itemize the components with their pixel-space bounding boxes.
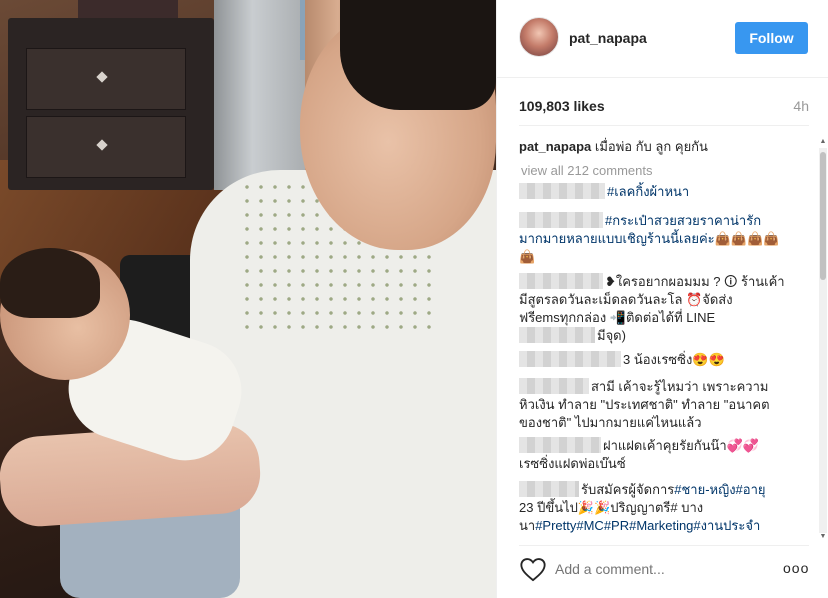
likes-row: 109,803 likes 4h [519, 98, 809, 118]
post-photo[interactable] [0, 0, 496, 598]
comment-text: รับสมัครผู้จัดการ [581, 482, 675, 497]
list-item: ฝาแฝดเค้าคุยรัยกันน๊า💞💞 เรซซิ่งแฝดพ่อเบ๊… [519, 437, 809, 473]
list-item: รับสมัครผู้จัดการ#ชาย-หญิง#อายุ 23 ปีขึ้… [519, 481, 809, 535]
comment-text: หิวเงิน ทำลาย "ประเทศชาติ" ทำลาย "อนาคต [519, 397, 770, 412]
heart-icon[interactable] [519, 556, 547, 582]
comment-text: มีจุด) [597, 328, 626, 343]
comment-text: สามี เค้าจะรู้ไหมว่า เพราะความ [591, 379, 769, 394]
blurred-username [519, 327, 595, 343]
comment-text: นา [519, 518, 536, 533]
more-options-icon[interactable]: ooo [783, 560, 809, 576]
comment-text[interactable]: #เลคกิ้งผ้าหนา [607, 184, 689, 199]
post-header: pat_napapa Follow [497, 0, 828, 78]
post-sidebar: pat_napapa Follow 109,803 likes 4h pat_n… [496, 0, 828, 598]
comment-hashtag[interactable]: #ชาย-หญิง#อายุ [674, 482, 765, 497]
comment-text: ❥ใครอยากผอมมม ? 🛈 ร้านเค้า [605, 274, 785, 289]
scroll-down-icon[interactable]: ▼ [819, 533, 827, 540]
photo-cabinet [8, 18, 214, 190]
post-footer: ooo [519, 545, 809, 598]
comment-text: มากมายหลายแบบเชิญร้านนี้เลยค่ะ👜👜👜👜 [519, 231, 780, 246]
comment-text: ฝาแฝดเค้าคุยรัยกันน๊า💞💞 [603, 438, 760, 453]
photo-man-hair [340, 0, 496, 110]
caption: pat_napapa เมื่อพ่อ กับ ลูก คุยกัน [519, 138, 708, 156]
comment-text: มีสูตรลดวันละเม็ดลดวันละโล ⏰จัดส่ง [519, 292, 733, 307]
comment-text: 23 ปีขึ้นไป🎉🎉ปริญญาตรี# บาง [519, 500, 704, 515]
comment-text[interactable]: #กระเป๋าสวยสวยราคาน่ารัก [605, 213, 761, 228]
comments-list: pat_napapa เมื่อพ่อ กับ ลูก คุยกัน view … [519, 132, 809, 540]
blurred-username [519, 273, 603, 289]
caption-text: เมื่อพ่อ กับ ลูก คุยกัน [594, 139, 708, 154]
blurred-username [519, 212, 603, 228]
comment-text: ฟรีemsทุกกล่อง 📲ติดต่อได้ที่ LINE [519, 310, 716, 325]
post-time[interactable]: 4h [793, 98, 809, 114]
blurred-username [519, 351, 621, 367]
comment-text: เรซซิ่งแฝดพ่อเบ๊นซ์ [519, 456, 626, 471]
caption-username[interactable]: pat_napapa [519, 139, 591, 154]
comment-text: 3 น้องเรซซิ่ง😍😍 [623, 352, 725, 367]
blurred-username [519, 481, 579, 497]
blurred-username [519, 378, 589, 394]
comment-text: 👜 [519, 249, 536, 264]
list-item: #กระเป๋าสวยสวยราคาน่ารัก มากมายหลายแบบเช… [519, 212, 809, 266]
divider [519, 125, 809, 126]
list-item: สามี เค้าจะรู้ไหมว่า เพราะความ หิวเงิน ท… [519, 378, 809, 432]
photo-drawer [26, 116, 186, 178]
avatar[interactable] [519, 17, 559, 57]
add-comment-input[interactable] [555, 558, 765, 580]
photo-baby-hair [0, 248, 100, 318]
follow-button[interactable]: Follow [735, 22, 808, 54]
username-link[interactable]: pat_napapa [569, 30, 647, 46]
comment-text: ของชาติ" ไปมากมายแค่ไหนแล้ว [519, 415, 702, 430]
blurred-username [519, 183, 605, 199]
list-item: ❥ใครอยากผอมมม ? 🛈 ร้านเค้า มีสูตรลดวันละ… [519, 273, 809, 345]
comment-hashtag[interactable]: #Pretty#MC#PR#Marketing#งานประจำ [535, 518, 760, 533]
comments-scrollbar[interactable] [819, 148, 827, 533]
likes-count[interactable]: 109,803 likes [519, 98, 605, 114]
list-item: 3 น้องเรซซิ่ง😍😍 [519, 351, 809, 369]
blurred-username [519, 437, 601, 453]
scrollbar-thumb[interactable] [820, 152, 826, 280]
scroll-up-icon[interactable]: ▲ [819, 138, 827, 145]
photo-fridge [214, 0, 310, 190]
list-item: #เลคกิ้งผ้าหนา [519, 183, 809, 201]
photo-drawer [26, 48, 186, 110]
view-all-comments-link[interactable]: view all 212 comments [521, 163, 653, 178]
